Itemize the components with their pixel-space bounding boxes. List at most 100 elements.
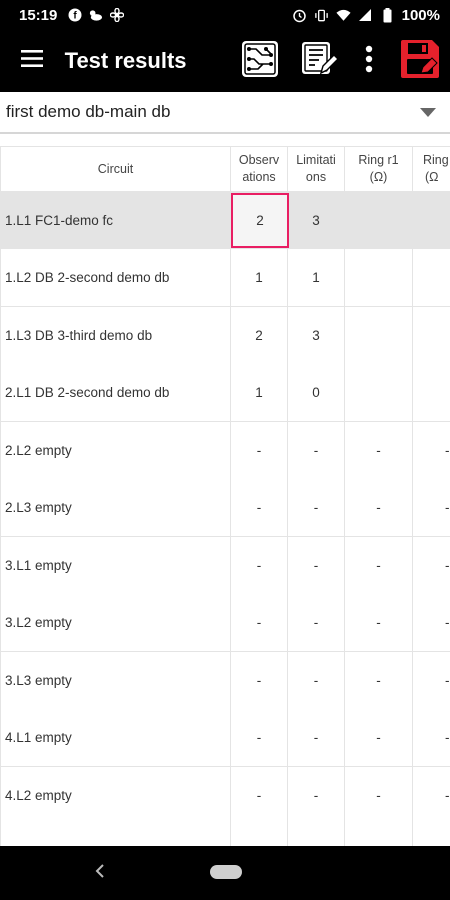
cell-circuit[interactable]: 2.L1 DB 2-second demo db — [0, 364, 231, 422]
cell-limitations[interactable]: - — [287, 594, 345, 652]
table-row[interactable]: 2.L2 empty - - - - — [0, 421, 450, 479]
cell-ring-r1[interactable] — [344, 364, 413, 422]
cell-circuit[interactable]: 3.L3 empty — [0, 651, 231, 709]
cell-ring-r1[interactable] — [344, 191, 413, 249]
cell-observations[interactable]: - — [230, 824, 288, 846]
cell-ring-2[interactable]: - — [412, 766, 450, 824]
cell-circuit[interactable]: 1.L2 DB 2-second demo db — [0, 249, 231, 307]
cell-ring-2[interactable] — [412, 306, 450, 364]
cell-circuit[interactable]: 3.L1 empty — [0, 536, 231, 594]
status-time: 15:19 — [19, 6, 58, 24]
results-table-container[interactable]: Circuit Observ ations Limitati ons Ring … — [0, 146, 450, 846]
cell-circuit[interactable]: 4.L2 empty — [0, 766, 231, 824]
table-row[interactable]: 4.L3 empty---- — [0, 824, 450, 846]
cell-ring-r1[interactable] — [344, 249, 413, 307]
cell-circuit[interactable]: 2.L2 empty — [0, 421, 231, 479]
edit-list-icon — [299, 39, 339, 84]
f-app-icon: f — [67, 8, 82, 23]
cell-ring-r1[interactable]: - — [344, 594, 413, 652]
col-header-ring-2[interactable]: Ring (Ω — [412, 146, 450, 192]
cell-observations[interactable]: - — [230, 594, 288, 652]
cell-observations[interactable]: - — [230, 651, 288, 709]
cell-ring-2[interactable]: - — [412, 824, 450, 846]
cell-circuit[interactable]: 1.L3 DB 3-third demo db — [0, 306, 231, 364]
cell-limitations[interactable]: - — [287, 479, 345, 537]
cell-limitations[interactable]: - — [287, 709, 345, 767]
cell-observations[interactable]: 2 — [230, 306, 288, 364]
cell-limitations[interactable]: 1 — [287, 249, 345, 307]
menu-button[interactable] — [0, 30, 65, 92]
home-pill-icon[interactable] — [210, 865, 242, 879]
cell-ring-2[interactable]: - — [412, 594, 450, 652]
edit-list-button[interactable] — [289, 30, 348, 92]
cell-observations[interactable]: 1 — [230, 364, 288, 422]
table-row[interactable]: 2.L3 empty - - - - — [0, 479, 450, 537]
table-row[interactable]: 3.L3 empty - - - - — [0, 651, 450, 709]
cell-circuit[interactable]: 1.L1 FC1-demo fc — [0, 191, 231, 249]
table-row[interactable]: 3.L2 empty - - - - — [0, 594, 450, 652]
table-row[interactable]: 4.L2 empty - - - - — [0, 766, 450, 824]
cell-circuit[interactable]: 4.L1 empty — [0, 709, 231, 767]
table-row[interactable]: 1.L3 DB 3-third demo db 2 3 — [0, 306, 450, 364]
results-table: Circuit Observ ations Limitati ons Ring … — [0, 146, 450, 846]
cell-ring-r1[interactable]: - — [344, 766, 413, 824]
cell-limitations[interactable]: - — [287, 651, 345, 709]
circuit-board-icon — [240, 39, 280, 84]
back-button[interactable] — [90, 862, 110, 884]
alarm-icon — [292, 8, 307, 23]
cell-ring-2[interactable] — [412, 249, 450, 307]
cell-observations[interactable]: 2 — [230, 191, 289, 249]
cell-ring-2[interactable]: - — [412, 651, 450, 709]
table-row[interactable]: 1.L2 DB 2-second demo db 1 1 — [0, 249, 450, 307]
cell-circuit[interactable]: 2.L3 empty — [0, 479, 231, 537]
cell-circuit[interactable]: 3.L2 empty — [0, 594, 231, 652]
save-button[interactable] — [389, 30, 450, 92]
more-options-button[interactable] — [348, 30, 389, 92]
fan-icon — [109, 8, 124, 23]
battery-icon — [380, 7, 395, 23]
cell-limitations[interactable]: 3 — [287, 306, 345, 364]
wifi-icon — [336, 8, 351, 23]
col-header-ring-r1[interactable]: Ring r1 (Ω) — [344, 146, 413, 192]
signal-icon — [358, 8, 373, 23]
col-header-circuit[interactable]: Circuit — [0, 146, 231, 192]
menu-icon — [21, 50, 44, 72]
cell-observations[interactable]: - — [230, 479, 288, 537]
table-row[interactable]: 3.L1 empty - - - - — [0, 536, 450, 594]
table-row[interactable]: 1.L1 FC1-demo fc 2 3 — [0, 191, 450, 249]
cell-ring-r1[interactable]: - — [344, 709, 413, 767]
circuit-board-button[interactable] — [231, 30, 290, 92]
cell-limitations[interactable]: 0 — [287, 364, 345, 422]
cell-ring-r1[interactable] — [344, 306, 413, 364]
cell-observations[interactable]: - — [230, 421, 288, 479]
cell-ring-2[interactable]: - — [412, 421, 450, 479]
cell-limitations[interactable]: 3 — [287, 191, 345, 249]
table-row[interactable]: 2.L1 DB 2-second demo db 1 0 — [0, 364, 450, 422]
cell-ring-r1[interactable]: - — [344, 824, 413, 846]
cell-limitations[interactable]: - — [287, 536, 345, 594]
cell-ring-2[interactable]: - — [412, 536, 450, 594]
cell-ring-r1[interactable]: - — [344, 651, 413, 709]
cell-ring-2[interactable] — [412, 364, 450, 422]
cell-ring-2[interactable]: - — [412, 709, 450, 767]
cell-observations[interactable]: - — [230, 536, 288, 594]
cell-limitations[interactable]: - — [287, 421, 345, 479]
cell-observations[interactable]: - — [230, 766, 288, 824]
cell-ring-2[interactable] — [412, 191, 450, 249]
col-header-observations[interactable]: Observ ations — [230, 146, 288, 192]
cell-observations[interactable]: - — [230, 709, 288, 767]
weather-icon — [88, 8, 103, 23]
cell-observations[interactable]: 1 — [230, 249, 288, 307]
cell-ring-r1[interactable]: - — [344, 479, 413, 537]
cell-ring-r1[interactable]: - — [344, 421, 413, 479]
cell-limitations[interactable]: - — [287, 766, 345, 824]
cell-circuit[interactable]: 4.L3 empty — [0, 824, 231, 846]
cell-ring-2[interactable]: - — [412, 479, 450, 537]
app-toolbar: Test results — [0, 30, 450, 92]
db-dropdown[interactable]: first demo db-main db — [0, 92, 450, 134]
cell-ring-r1[interactable]: - — [344, 536, 413, 594]
back-icon — [95, 863, 105, 883]
col-header-limitations[interactable]: Limitati ons — [287, 146, 345, 192]
table-row[interactable]: 4.L1 empty - - - - — [0, 709, 450, 767]
cell-limitations[interactable]: - — [287, 824, 345, 846]
